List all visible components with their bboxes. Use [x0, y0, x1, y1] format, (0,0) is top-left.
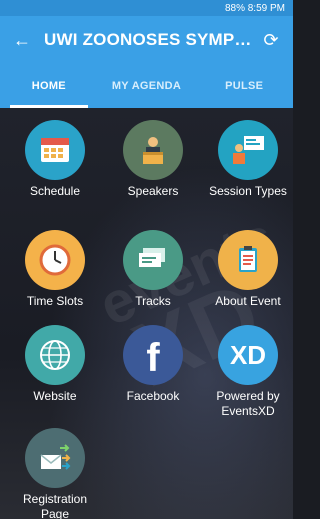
- registration-icon: [25, 428, 85, 488]
- tile-label: About Event: [215, 294, 281, 308]
- tile-label: Schedule: [29, 184, 81, 198]
- tile-grid: Schedule Speakers Session Types Time Slo…: [0, 108, 293, 519]
- tile-time-slots[interactable]: Time Slots: [10, 230, 100, 309]
- tile-label: Speakers: [127, 184, 179, 198]
- tile-label: Website: [33, 389, 77, 403]
- facebook-icon: f: [123, 325, 183, 385]
- clock-icon: [25, 230, 85, 290]
- refresh-icon[interactable]: ⟳: [257, 30, 285, 51]
- tile-facebook[interactable]: f Facebook: [108, 325, 198, 404]
- globe-icon: [25, 325, 85, 385]
- tab-my-agenda[interactable]: MY AGENDA: [98, 64, 196, 108]
- status-text: 88% 8:59 PM: [224, 2, 285, 14]
- tile-tracks[interactable]: Tracks: [108, 230, 198, 309]
- back-arrow-icon[interactable]: ←: [8, 30, 36, 51]
- presentation-icon: [218, 120, 278, 180]
- tile-label: Registration Page: [22, 492, 88, 519]
- status-bar: 88% 8:59 PM: [0, 0, 293, 16]
- tile-label: Powered by EventsXD: [216, 389, 280, 418]
- tile-registration-page[interactable]: Registration Page: [10, 428, 100, 519]
- tab-home[interactable]: HOME: [0, 64, 98, 108]
- home-grid-area: events XD Schedule Speakers Session Type…: [0, 108, 293, 519]
- tile-session-types[interactable]: Session Types: [203, 120, 293, 199]
- page-title: UWI ZOONOSES SYMPOS...: [44, 30, 257, 49]
- tile-label: Tracks: [135, 294, 171, 308]
- cards-icon: [123, 230, 183, 290]
- tile-label: Session Types: [209, 184, 287, 198]
- tile-label: Facebook: [126, 389, 180, 403]
- tile-about-event[interactable]: About Event: [203, 230, 293, 309]
- clipboard-icon: [218, 230, 278, 290]
- eventsxd-logo-icon: XD: [218, 325, 278, 385]
- tile-label: Time Slots: [26, 294, 84, 308]
- app-bar: ← UWI ZOONOSES SYMPOS... ⟳: [0, 16, 293, 64]
- tile-powered-by-eventsxd[interactable]: XD Powered by EventsXD: [203, 325, 293, 419]
- speaker-podium-icon: [123, 120, 183, 180]
- calendar-icon: [25, 120, 85, 180]
- tile-speakers[interactable]: Speakers: [108, 120, 198, 199]
- tile-website[interactable]: Website: [10, 325, 100, 404]
- tab-pulse[interactable]: PULSE: [195, 64, 293, 108]
- tab-bar: HOME MY AGENDA PULSE: [0, 64, 293, 108]
- tile-schedule[interactable]: Schedule: [10, 120, 100, 199]
